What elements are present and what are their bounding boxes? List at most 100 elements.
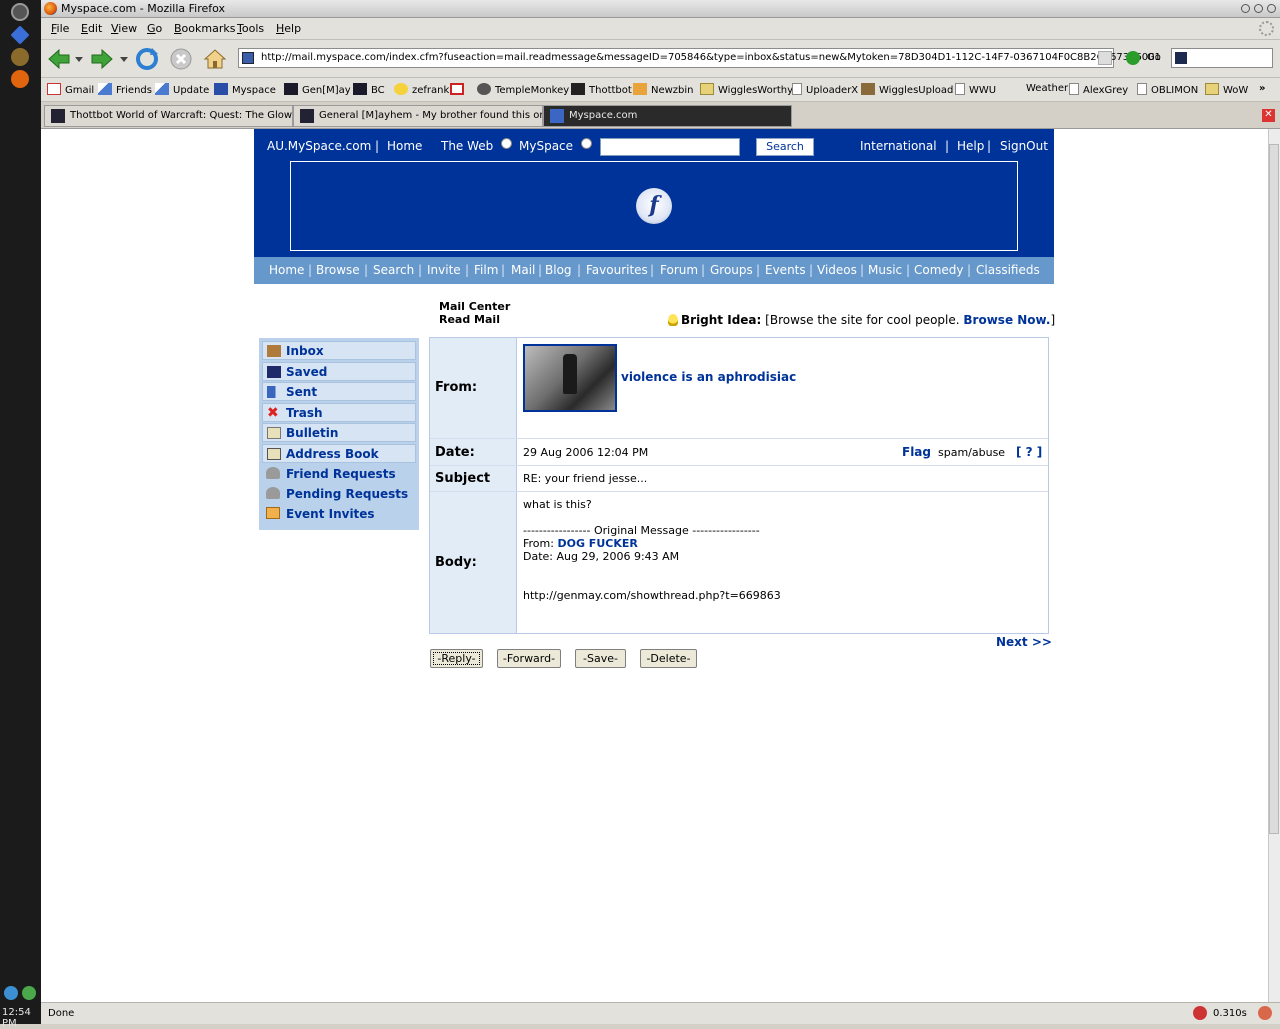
nav-comedy[interactable]: Comedy [914,263,964,277]
close-icon[interactable] [1267,4,1276,13]
menu-bookmarks[interactable]: Bookmarks [174,22,235,35]
body-url[interactable]: http://genmay.com/showthread.php?t=66986… [523,589,781,602]
tab-thottbot[interactable]: Thottbot World of Warcraft: Quest: The G… [44,105,293,127]
reload-icon[interactable] [134,46,160,72]
header-home-link[interactable]: Home [387,139,422,153]
firefox-icon[interactable] [11,70,29,88]
recycle-icon[interactable] [22,986,36,1000]
bookmark-myspace[interactable]: Myspace [214,83,276,96]
search-engine-box[interactable] [1171,48,1273,68]
nav-groups[interactable]: Groups [710,263,753,277]
forward-icon[interactable] [89,46,115,72]
bookmark-gmail[interactable]: Gmail [47,83,94,96]
back-dropdown-icon[interactable] [74,54,84,64]
sidebar-item-pending-requests[interactable]: Pending Requests [262,484,416,504]
home-icon[interactable] [202,46,228,72]
menu-edit[interactable]: Edit [81,22,102,35]
bookmark-wigglesupload[interactable]: WigglesUpload [861,83,953,96]
bookmarks-overflow-icon[interactable]: » [1259,83,1265,94]
go-button-label[interactable]: Go [1147,52,1161,63]
nav-music[interactable]: Music [868,263,902,277]
sidebar-item-inbox[interactable]: Inbox [262,341,416,360]
bookmark-wow[interactable]: WoW [1205,83,1248,96]
bookmark-uploaderx[interactable]: UploaderX [792,83,858,96]
sidebar-item-address-book[interactable]: Address Book [262,443,416,463]
tab-myspace[interactable]: Myspace.com [543,105,792,127]
bookmark-templemonkey[interactable]: TempleMonkey [477,83,569,96]
forward-dropdown-icon[interactable] [119,54,129,64]
back-icon[interactable] [46,46,72,72]
signout-link[interactable]: SignOut [1000,139,1048,153]
menu-file[interactable]: File [51,22,69,35]
sidebar-item-friend-requests[interactable]: Friend Requests [262,464,416,484]
bookmark-friends[interactable]: Friends [98,83,152,96]
maximize-icon[interactable] [1254,4,1263,13]
nav-blog[interactable]: Blog [545,263,572,277]
save-button[interactable]: -Save- [575,649,626,668]
sidebar-item-trash[interactable]: ✖ Trash [262,402,416,422]
original-sender-link[interactable]: DOG FUCKER [557,537,637,550]
bookmark-newzbin[interactable]: Newzbin [633,83,694,96]
myspace-radio[interactable] [581,138,592,149]
warcraft-icon[interactable] [11,48,29,66]
nav-classifieds[interactable]: Classifieds [976,263,1040,277]
menu-go[interactable]: Go [147,22,162,35]
forward-button[interactable]: -Forward- [497,649,561,668]
bookmark-genmay[interactable]: Gen[M]ay [284,83,351,96]
sidebar-item-bulletin[interactable]: Bulletin [262,423,416,442]
myspace-search-input[interactable] [600,138,740,156]
close-tab-icon[interactable]: ✕ [1262,109,1275,122]
nav-videos[interactable]: Videos [817,263,857,277]
search-engine-icon[interactable] [1175,52,1187,64]
nav-browse[interactable]: Browse [316,263,360,277]
url-bar[interactable]: http://mail.myspace.com/index.cfm?fuseac… [238,48,1161,68]
scrollbar-thumb[interactable] [1269,144,1279,834]
nav-favourites[interactable]: Favourites [586,263,648,277]
browse-now-link[interactable]: Browse Now. [963,313,1050,327]
extension-icon[interactable] [1258,1006,1272,1020]
go-icon[interactable] [1126,51,1140,65]
bookmark-thottbot[interactable]: Thottbot [571,83,632,96]
sender-avatar[interactable] [523,344,617,412]
next-message-link[interactable]: Next >> [996,635,1052,649]
menu-tools[interactable]: Tools [237,22,264,35]
adblock-icon[interactable] [1193,1006,1207,1020]
bookmark-wigglesworthy[interactable]: WigglesWorthy [700,83,793,96]
nav-search[interactable]: Search [373,263,414,277]
site-link[interactable]: AU.MySpace.com [267,139,371,153]
myspace-search-button[interactable]: Search [756,138,814,156]
help-link[interactable]: Help [957,139,984,153]
nav-events[interactable]: Events [765,263,806,277]
url-dropdown-icon[interactable] [1098,51,1112,65]
flag-help-link[interactable]: [ ? ] [1016,445,1042,459]
the-web-radio[interactable] [501,138,512,149]
menu-view[interactable]: View [111,22,137,35]
international-link[interactable]: International [860,139,937,153]
sidebar-item-sent[interactable]: Sent [262,382,416,401]
blue-diamond-icon[interactable] [10,25,30,45]
minimize-icon[interactable] [1241,4,1250,13]
reply-button[interactable]: -Reply- [430,649,483,668]
menu-help[interactable]: Help [276,22,301,35]
sender-name-link[interactable]: violence is an aphrodisiac [621,370,796,384]
system-icon[interactable] [11,3,29,21]
bookmark-zefrank[interactable]: zefrank [394,83,449,96]
nav-film[interactable]: Film [474,263,498,277]
sidebar-item-event-invites[interactable]: Event Invites [262,504,416,524]
delete-button[interactable]: -Delete- [640,649,697,668]
nav-mail[interactable]: Mail [511,263,535,277]
tab-genmay[interactable]: General [M]ayhem - My brother found this… [293,105,543,127]
nav-invite[interactable]: Invite [427,263,461,277]
nav-forum[interactable]: Forum [660,263,698,277]
bookmark-update[interactable]: Update [155,83,209,96]
nav-home[interactable]: Home [269,263,304,277]
bookmark-h-icon[interactable] [450,83,468,96]
ad-banner[interactable]: f [290,161,1018,251]
bookmark-oblimon[interactable]: OBLIMON [1137,83,1198,96]
bookmark-alexgrey[interactable]: AlexGrey [1069,83,1128,96]
bookmark-weather[interactable]: Weather [1026,83,1068,94]
bookmark-bc[interactable]: BC [353,83,385,96]
flag-link[interactable]: Flag [902,445,931,459]
flash-plugin-icon[interactable]: f [636,188,672,224]
stop-icon[interactable] [168,46,194,72]
